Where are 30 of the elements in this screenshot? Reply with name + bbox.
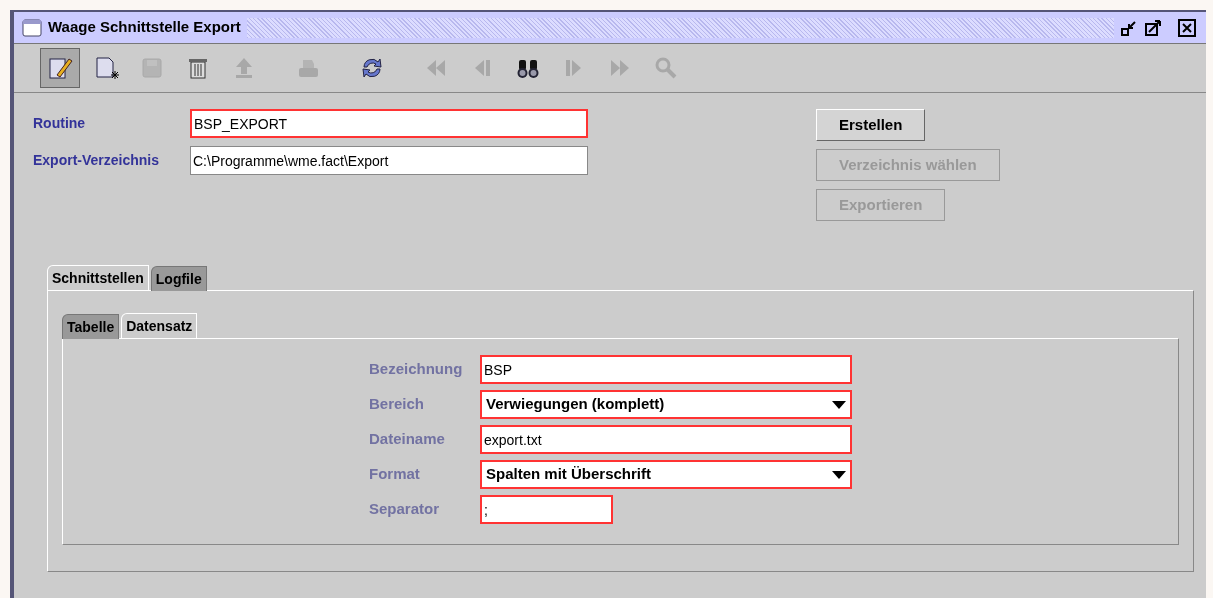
input-field[interactable]: ; xyxy=(480,495,613,524)
input-field[interactable]: C:\Programme\wme.fact\Export xyxy=(190,146,588,175)
tab[interactable]: Datensatz xyxy=(121,313,198,338)
refresh-icon xyxy=(359,55,385,81)
magnifier-icon xyxy=(653,55,679,81)
input-field[interactable]: export.txt xyxy=(480,425,852,454)
maximize-icon[interactable] xyxy=(1144,18,1162,37)
dropdown[interactable]: Verwiegungen (komplett) xyxy=(480,390,852,419)
dropdown-arrow-icon xyxy=(832,470,846,479)
input-field[interactable]: BSP xyxy=(480,355,852,384)
tab[interactable]: Tabelle xyxy=(62,314,120,339)
field-label: Bezeichnung xyxy=(369,359,464,380)
action-button[interactable]: Erstellen xyxy=(816,109,926,141)
window-title: Waage Schnittstelle Export xyxy=(48,17,241,38)
dropdown-arrow-icon xyxy=(832,400,846,409)
field-label: Export-Verzeichnis xyxy=(33,151,161,170)
field-label: Routine xyxy=(33,114,87,133)
new-page-icon xyxy=(93,55,119,81)
minimize-icon[interactable] xyxy=(1120,18,1138,37)
dropdown[interactable]: Spalten mit Überschrift xyxy=(480,460,852,489)
field-label: Separator xyxy=(369,499,441,520)
input-field[interactable]: BSP_EXPORT xyxy=(190,109,588,138)
field-label: Dateiname xyxy=(369,429,446,450)
close-icon[interactable] xyxy=(1178,18,1196,37)
field-label: Format xyxy=(369,464,421,485)
window-icon xyxy=(22,18,42,37)
field-label: Bereich xyxy=(369,394,426,415)
pencil-page-icon xyxy=(47,55,73,81)
tab[interactable]: Logfile xyxy=(150,266,207,291)
tab[interactable]: Schnittstellen xyxy=(47,265,149,290)
